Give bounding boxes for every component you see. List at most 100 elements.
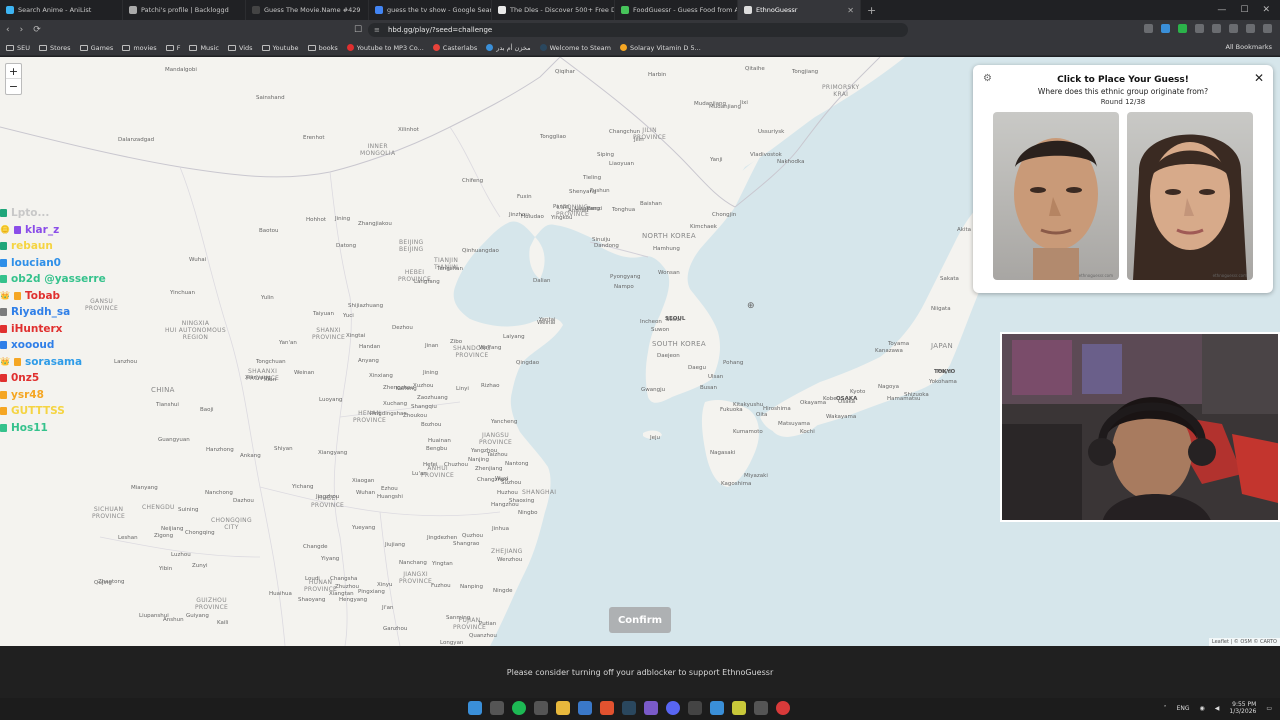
city-label: Sakata [940,276,959,282]
maximize-icon[interactable]: ☐ [1240,5,1248,15]
extension-icons[interactable] [1144,24,1272,33]
brave-browser-icon[interactable] [600,701,614,715]
city-label: Datong [336,243,357,249]
zoom-control[interactable]: + − [5,63,22,95]
bookmark-item[interactable]: Vids [227,44,253,52]
language-indicator[interactable]: ENG [1177,705,1190,712]
app-icon[interactable] [578,701,592,715]
app-icon[interactable] [710,701,724,715]
city-label: Dazhou [233,498,254,504]
close-icon[interactable]: ✕ [1254,71,1264,85]
bookmark-label: مخزن أم بدر [496,43,531,52]
browser-tab[interactable]: FoodGuessr - Guess Food from Arou [615,0,738,20]
taskbar-apps[interactable] [468,701,790,715]
spotify-icon[interactable] [512,701,526,715]
bookmark-item[interactable]: مخزن أم بدر [486,43,531,52]
address-bar[interactable]: ≡ hbd.gg/play/?seed=challenge [368,23,908,37]
bookmark-item[interactable]: SEU [6,44,30,52]
app-icon[interactable] [754,701,768,715]
bookmark-item[interactable]: Music [189,44,219,52]
close-tab-icon[interactable]: ✕ [847,6,854,15]
app-icon[interactable] [644,701,658,715]
system-tray[interactable]: ˄ ENG ◉ ◀ 9:55 PM 1/3/2026 ▭ [1164,701,1272,715]
discord-icon[interactable] [666,701,680,715]
female-face-image[interactable]: ethnoguessr.com [1127,112,1253,280]
platform-badge-icon [0,258,7,267]
bookmark-item[interactable]: Youtube [261,43,299,52]
region-label: SOUTH KOREA [652,340,706,348]
app-icon[interactable] [688,701,702,715]
city-label: Xiangyang [318,450,348,456]
male-face-image[interactable]: ethnoguessr.com [993,112,1119,280]
zoom-out-button[interactable]: − [9,80,18,93]
sidebar-icon[interactable] [1246,24,1255,33]
city-label: Putian [479,621,497,627]
browser-tab[interactable]: guess the tv show - Google Search [369,0,492,20]
chat-username: 0nz5 [11,372,40,384]
app-icon[interactable] [534,701,548,715]
menu-icon[interactable] [1263,24,1272,33]
bookmark-item[interactable]: Youtube to MP3 Co... [346,44,424,52]
city-label: Tongchuan [256,359,286,365]
forward-icon[interactable]: › [20,25,24,35]
all-bookmarks[interactable]: All Bookmarks [1226,43,1272,51]
extension-icon[interactable] [1161,24,1170,33]
folder-icon [189,44,198,51]
chat-overlay: Lpto... 🪙 klar_z rebaun loucian0 ob2d @yasser… [0,205,106,436]
city-label: Langfang [414,279,440,285]
search-icon[interactable] [490,701,504,715]
chevron-up-icon[interactable]: ˄ [1164,705,1167,712]
site-info-icon[interactable]: ≡ [374,26,380,34]
city-label: Daejeon [657,353,680,359]
browser-tab[interactable]: Guess The Movie.Name #429 [246,0,369,20]
bookmark-item[interactable]: Welcome to Steam [539,44,611,52]
browser-tab[interactable]: EthnoGuessr ✕ [738,0,861,20]
clock[interactable]: 9:55 PM 1/3/2026 [1229,701,1256,715]
bookmark-star-icon[interactable]: ☐ [354,25,362,35]
city-label: Jingzhou [316,494,340,500]
settings-icon[interactable]: ⚙ [983,73,992,84]
browser-tab[interactable]: Search Anime - AniList [0,0,123,20]
bookmark-item[interactable]: Solaray Vitamin D 5... [619,44,701,52]
extension-icon[interactable] [1195,24,1204,33]
city-label: Pohang [723,360,744,366]
close-window-icon[interactable]: ✕ [1262,5,1270,15]
zoom-in-button[interactable]: + [6,64,21,79]
city-label: Baotou [259,228,279,234]
bookmark-item[interactable]: movies [122,44,157,52]
bookmark-item[interactable]: Games [79,44,113,52]
start-icon[interactable] [468,701,482,715]
badge-icon: 👑 [0,290,10,300]
bookmark-item[interactable]: books [307,44,338,52]
bookmark-item[interactable]: Stores [39,44,71,52]
bookmark-item[interactable]: Casterlabs [432,44,477,52]
browser-tab[interactable]: Patchi's profile | Backloggd [123,0,246,20]
browser-tab[interactable]: The Dles - Discover 500+ Free Daily [492,0,615,20]
app-icon[interactable] [732,701,746,715]
bookmark-item[interactable]: F [165,44,180,52]
steam-icon[interactable] [622,701,636,715]
volume-icon[interactable]: ◀ [1215,705,1220,712]
bookmark-label: Youtube [272,43,299,52]
minimize-icon[interactable]: — [1217,5,1226,15]
tab-label: Guess The Movie.Name #429 [264,6,361,14]
chat-username: GUTTTSS [11,405,65,417]
city-label: Osaka [838,399,856,405]
notification-icon[interactable]: ▭ [1266,705,1272,712]
network-icon[interactable]: ◉ [1200,705,1205,712]
extension-icon[interactable] [1144,24,1153,33]
app-icon[interactable] [776,701,790,715]
window-controls[interactable]: — ☐ ✕ [1217,5,1280,15]
new-tab-button[interactable]: + [861,4,882,17]
webcam-feed [1000,332,1280,522]
city-label: Yuci [343,313,354,319]
extension-icon[interactable] [1178,24,1187,33]
extension-icon[interactable] [1229,24,1238,33]
reload-icon[interactable]: ⟳ [33,25,41,35]
city-label: Wuhai [189,257,207,263]
back-icon[interactable]: ‹ [6,25,10,35]
map-attribution[interactable]: Leaflet | © OSM © CARTO [1208,638,1280,646]
file-explorer-icon[interactable] [556,701,570,715]
extension-icon[interactable] [1212,24,1221,33]
confirm-button[interactable]: Confirm [609,607,671,633]
